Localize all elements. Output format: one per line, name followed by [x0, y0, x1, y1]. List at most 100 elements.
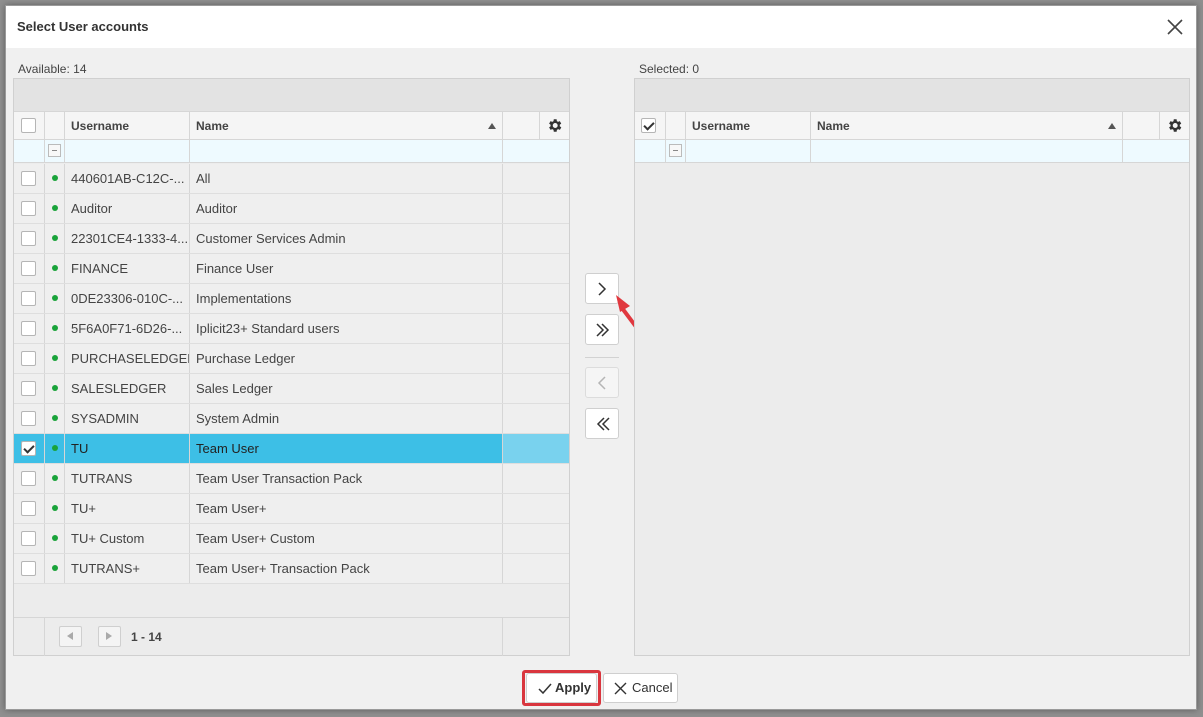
column-header-name-label: Name [817, 119, 850, 133]
row-checkbox[interactable] [21, 441, 36, 456]
select-all-checkbox[interactable] [21, 118, 36, 133]
table-row[interactable]: TUTRANS+ Team User+ Transaction Pack [14, 554, 569, 584]
row-checkbox[interactable] [21, 501, 36, 516]
filter-cell-checkbox [635, 140, 666, 162]
row-extra-cell [503, 554, 569, 583]
close-icon [1167, 19, 1183, 35]
row-checkbox[interactable] [21, 561, 36, 576]
table-row[interactable]: Auditor Auditor [14, 194, 569, 224]
table-row[interactable]: 5F6A0F71-6D26-... Iplicit23+ Standard use… [14, 314, 569, 344]
row-checkbox[interactable] [21, 471, 36, 486]
column-header-username[interactable]: Username [65, 112, 190, 140]
row-checkbox[interactable] [21, 201, 36, 216]
cancel-button[interactable]: Cancel [603, 673, 678, 703]
filter-username-input[interactable] [686, 140, 811, 162]
row-status-cell [45, 464, 65, 493]
row-status-cell [45, 284, 65, 313]
move-selected-left-button[interactable] [585, 367, 619, 398]
row-status-cell [45, 434, 65, 463]
row-status-cell [45, 194, 65, 223]
table-row[interactable]: 440601AB-C12C-... All [14, 164, 569, 194]
row-status-cell [45, 524, 65, 553]
table-row[interactable]: SALESLEDGER Sales Ledger [14, 374, 569, 404]
table-row[interactable]: 22301CE4-1333-4... Customer Services Admi… [14, 224, 569, 254]
cancel-button-label: Cancel [632, 680, 673, 695]
next-page-button[interactable] [98, 626, 121, 647]
filter-cell-status[interactable] [666, 140, 686, 162]
table-row[interactable]: TUTRANS Team User Transaction Pack [14, 464, 569, 494]
row-username: TU+ [65, 494, 190, 523]
previous-page-button[interactable] [59, 626, 82, 647]
row-name: Implementations [190, 284, 503, 313]
row-extra-cell [503, 494, 569, 523]
filter-username-input[interactable] [65, 140, 190, 162]
row-checkbox[interactable] [21, 261, 36, 276]
row-username: 440601AB-C12C-... [65, 164, 190, 193]
filter-cell-checkbox [14, 140, 45, 162]
row-checkbox[interactable] [21, 381, 36, 396]
pager-range-text: 1 - 14 [131, 630, 162, 644]
row-username: TU [65, 434, 190, 463]
row-checkbox[interactable] [21, 171, 36, 186]
status-dot-icon [52, 445, 58, 451]
table-row[interactable]: TU+ Team User+ [14, 494, 569, 524]
select-all-checkbox[interactable] [641, 118, 656, 133]
table-row[interactable]: FINANCE Finance User [14, 254, 569, 284]
row-extra-cell [503, 404, 569, 433]
available-grid-toolbar [14, 79, 569, 111]
caret-left-icon [67, 632, 73, 640]
column-header-name[interactable]: Name [811, 112, 1123, 140]
row-extra-cell [503, 464, 569, 493]
column-header-username[interactable]: Username [686, 112, 811, 140]
filter-name-input[interactable] [811, 140, 1123, 162]
close-button[interactable] [1164, 16, 1186, 38]
row-checkbox[interactable] [21, 321, 36, 336]
row-extra-cell [503, 194, 569, 223]
row-checkbox-cell [14, 554, 45, 583]
selected-filter-row [635, 140, 1189, 163]
row-name: Purchase Ledger [190, 344, 503, 373]
row-status-cell [45, 314, 65, 343]
row-extra-cell [503, 164, 569, 193]
row-username: TU+ Custom [65, 524, 190, 553]
row-username: TUTRANS+ [65, 554, 190, 583]
apply-button[interactable]: Apply [526, 673, 597, 703]
row-status-cell [45, 494, 65, 523]
table-row[interactable]: TU Team User [14, 434, 569, 464]
filter-toggle-icon[interactable] [48, 144, 61, 157]
row-checkbox[interactable] [21, 411, 36, 426]
move-all-left-button[interactable] [585, 408, 619, 439]
row-name: Auditor [190, 194, 503, 223]
double-chevron-left-icon [596, 417, 610, 431]
row-status-cell [45, 404, 65, 433]
status-dot-icon [52, 475, 58, 481]
filter-toggle-icon[interactable] [669, 144, 682, 157]
sort-ascending-icon [488, 123, 496, 129]
header-status-cell [666, 112, 686, 140]
column-header-name[interactable]: Name [190, 112, 503, 140]
row-username: SALESLEDGER [65, 374, 190, 403]
row-checkbox[interactable] [21, 531, 36, 546]
table-row[interactable]: SYSADMIN System Admin [14, 404, 569, 434]
row-checkbox[interactable] [21, 351, 36, 366]
filter-name-input[interactable] [190, 140, 503, 162]
column-settings-button[interactable] [540, 112, 570, 140]
row-extra-cell [503, 314, 569, 343]
selected-count-label: Selected: 0 [639, 62, 700, 76]
filter-cell-status[interactable] [45, 140, 65, 162]
row-checkbox-cell [14, 374, 45, 403]
table-row[interactable]: TU+ Custom Team User+ Custom [14, 524, 569, 554]
row-name: System Admin [190, 404, 503, 433]
status-dot-icon [52, 355, 58, 361]
column-settings-button[interactable] [1160, 112, 1190, 140]
header-extra-cell [1123, 112, 1160, 140]
row-extra-cell [503, 434, 569, 463]
row-checkbox[interactable] [21, 291, 36, 306]
row-checkbox[interactable] [21, 231, 36, 246]
table-row[interactable]: PURCHASELEDGER Purchase Ledger [14, 344, 569, 374]
table-row[interactable]: 0DE23306-010C-... Implementations [14, 284, 569, 314]
row-extra-cell [503, 224, 569, 253]
status-dot-icon [52, 565, 58, 571]
available-filter-row [14, 140, 569, 163]
check-icon [538, 683, 552, 695]
